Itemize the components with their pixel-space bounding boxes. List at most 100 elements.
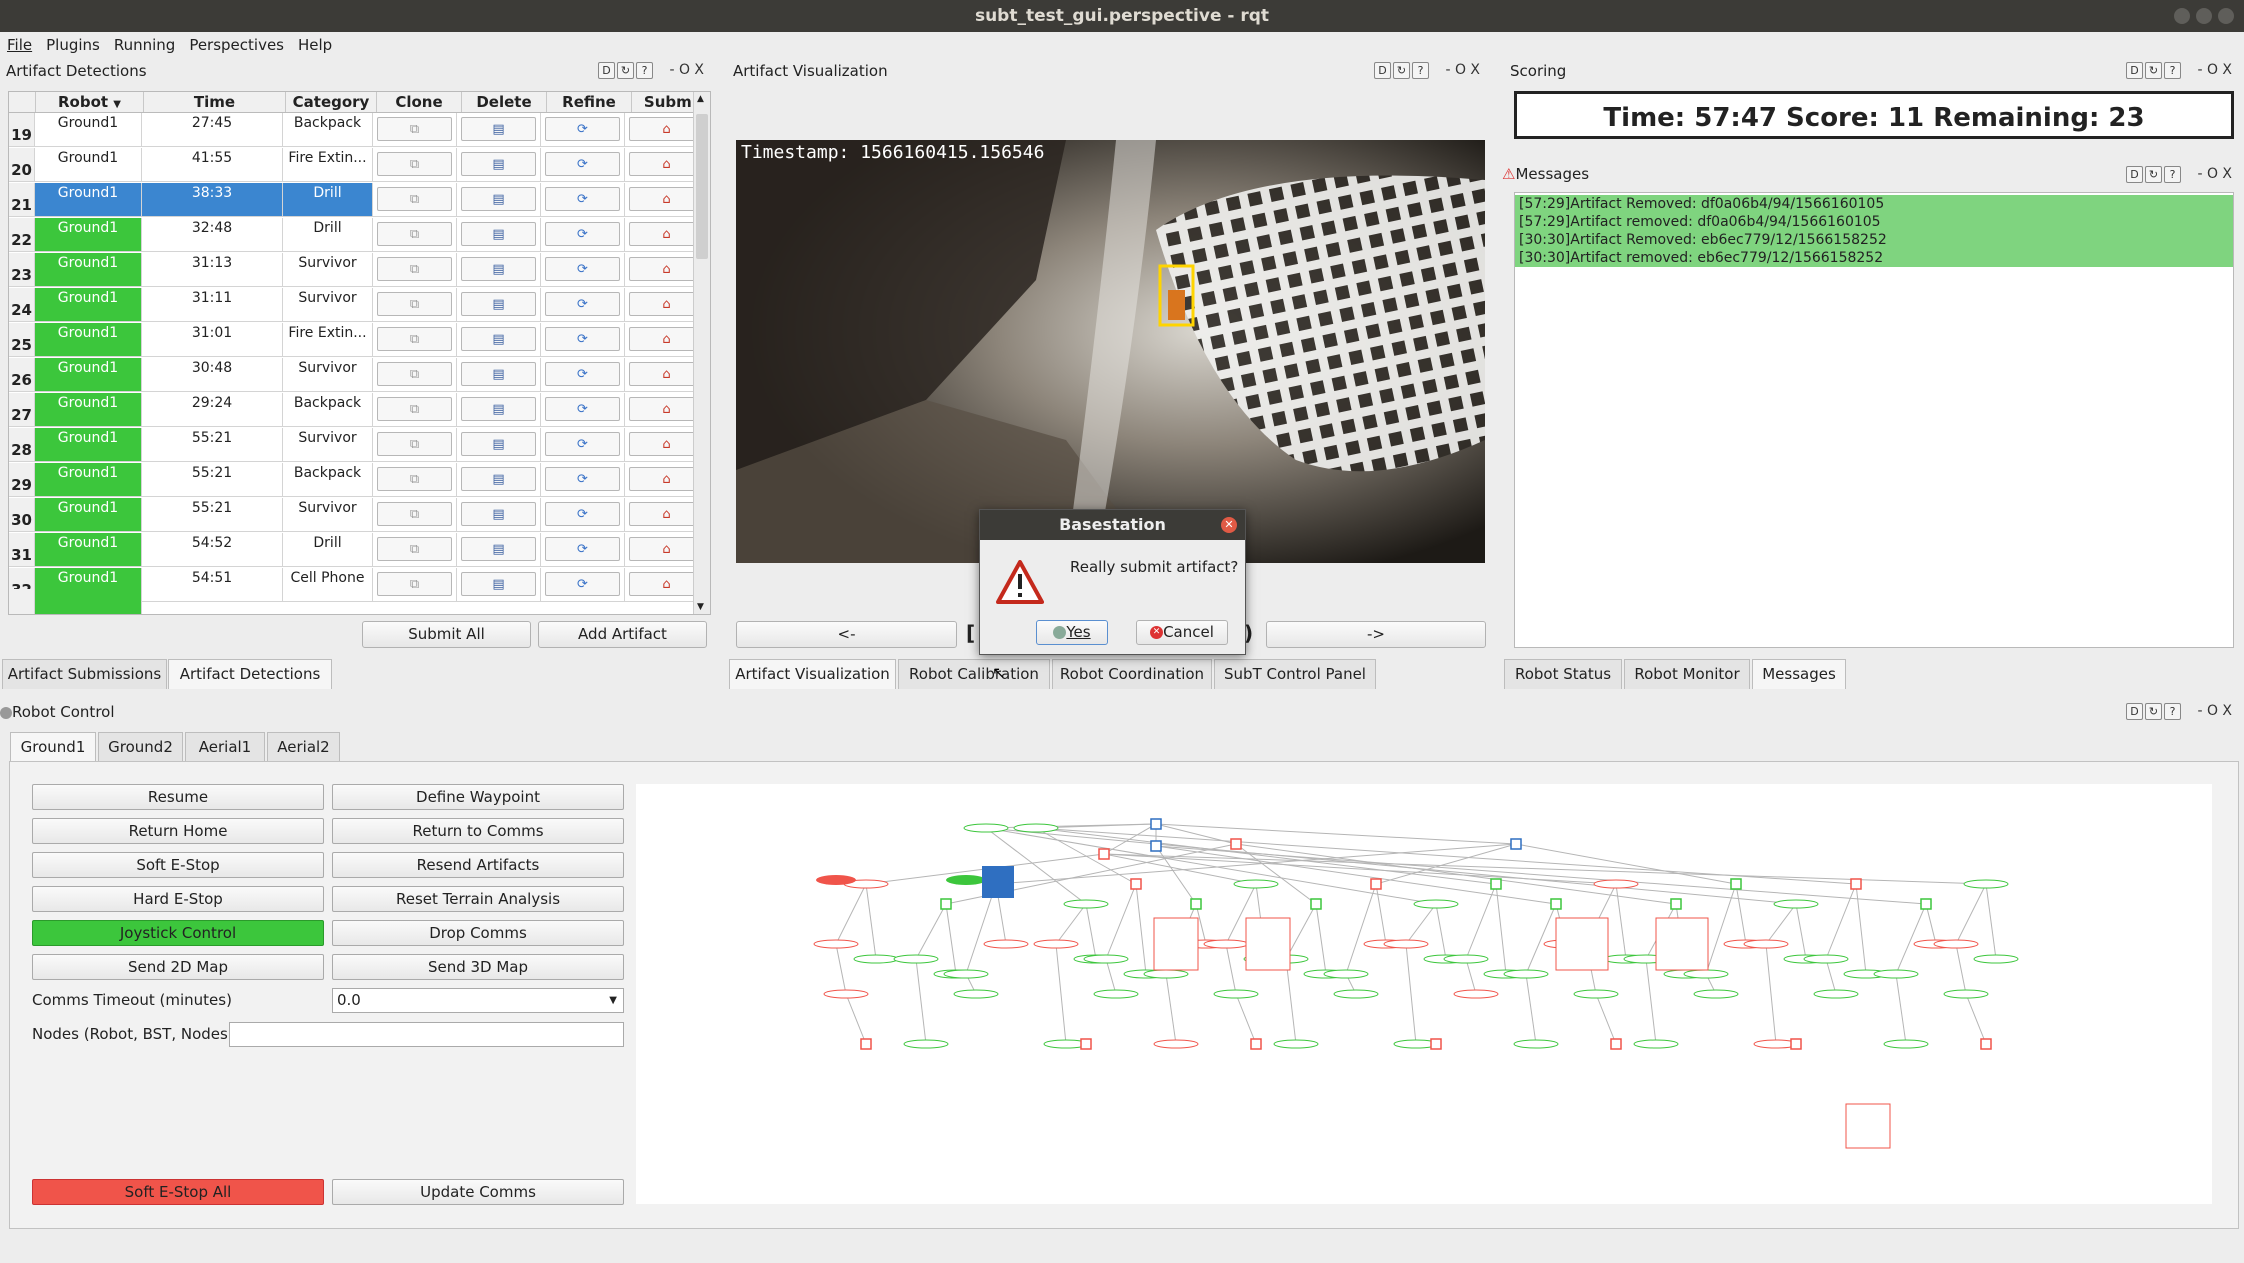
- time-cell[interactable]: 55:21: [142, 428, 283, 462]
- robot-cell[interactable]: Ground1: [35, 358, 142, 392]
- col-delete[interactable]: Delete: [462, 92, 547, 112]
- help-icon[interactable]: ?: [636, 62, 653, 79]
- tab-ground2[interactable]: Ground2: [98, 732, 183, 762]
- send-2d-map-button[interactable]: Send 2D Map: [32, 954, 324, 980]
- robot-cell[interactable]: Ground1: [35, 148, 142, 182]
- time-cell[interactable]: 41:55: [142, 148, 283, 182]
- delete-button[interactable]: ▤: [461, 152, 536, 176]
- clone-button[interactable]: ⧉: [377, 572, 452, 596]
- delete-button[interactable]: ▤: [461, 222, 536, 246]
- maximize-icon[interactable]: [2196, 8, 2212, 24]
- time-cell[interactable]: 31:11: [142, 288, 283, 322]
- clone-button[interactable]: ⧉: [377, 432, 452, 456]
- next-artifact-button[interactable]: ->: [1266, 621, 1486, 648]
- nodes-input[interactable]: [229, 1022, 624, 1047]
- clone-button[interactable]: ⧉: [377, 502, 452, 526]
- update-comms-button[interactable]: Update Comms: [332, 1179, 624, 1205]
- delete-button[interactable]: ▤: [461, 572, 536, 596]
- refine-button[interactable]: ⟳: [545, 537, 620, 561]
- tab-ground1[interactable]: Ground1: [10, 732, 96, 762]
- table-row[interactable]: 28 Ground1 55:21 Survivor ⧉ ▤ ⟳ ⌂: [9, 428, 709, 462]
- resume-button[interactable]: Resume: [32, 784, 324, 810]
- refine-button[interactable]: ⟳: [545, 257, 620, 281]
- refine-button[interactable]: ⟳: [545, 117, 620, 141]
- time-cell[interactable]: 54:51: [142, 568, 283, 602]
- scroll-up-icon[interactable]: ▲: [697, 94, 704, 104]
- delete-button[interactable]: ▤: [461, 362, 536, 386]
- reload-icon[interactable]: ↻: [2145, 703, 2162, 720]
- refine-button[interactable]: ⟳: [545, 362, 620, 386]
- table-row[interactable]: 31 Ground1 54:52 Drill ⧉ ▤ ⟳ ⌂: [9, 533, 709, 567]
- resend-artifacts-button[interactable]: Resend Artifacts: [332, 852, 624, 878]
- tab-messages[interactable]: Messages: [1752, 659, 1846, 689]
- clone-button[interactable]: ⧉: [377, 257, 452, 281]
- delete-button[interactable]: ▤: [461, 257, 536, 281]
- menu-file[interactable]: File: [0, 34, 39, 56]
- clone-button[interactable]: ⧉: [377, 537, 452, 561]
- delete-button[interactable]: ▤: [461, 117, 536, 141]
- delete-button[interactable]: ▤: [461, 292, 536, 316]
- col-refine[interactable]: Refine: [547, 92, 632, 112]
- tab-aerial1[interactable]: Aerial1: [185, 732, 265, 762]
- reload-icon[interactable]: ↻: [617, 62, 634, 79]
- close-window-icon[interactable]: [2218, 8, 2234, 24]
- clone-button[interactable]: ⧉: [377, 292, 452, 316]
- delete-button[interactable]: ▤: [461, 537, 536, 561]
- col-category[interactable]: Category: [286, 92, 377, 112]
- dock-window-controls[interactable]: - O X: [1445, 62, 1480, 78]
- category-cell[interactable]: Backpack: [283, 113, 373, 147]
- reload-icon[interactable]: ↻: [1393, 62, 1410, 79]
- robot-cell[interactable]: Ground1: [35, 498, 142, 532]
- table-row[interactable]: 27 Ground1 29:24 Backpack ⧉ ▤ ⟳ ⌂: [9, 393, 709, 427]
- robot-cell[interactable]: Ground1: [35, 288, 142, 322]
- table-row[interactable]: 29 Ground1 55:21 Backpack ⧉ ▤ ⟳ ⌂: [9, 463, 709, 497]
- help-icon[interactable]: ?: [1412, 62, 1429, 79]
- tab-aerial2[interactable]: Aerial2: [267, 732, 340, 762]
- tab-robot-calibration[interactable]: Robot Calibration: [898, 659, 1050, 689]
- clone-button[interactable]: ⧉: [377, 117, 452, 141]
- table-row[interactable]: 30 Ground1 55:21 Survivor ⧉ ▤ ⟳ ⌂: [9, 498, 709, 532]
- refine-button[interactable]: ⟳: [545, 327, 620, 351]
- dock-d-icon[interactable]: D: [2126, 703, 2143, 720]
- dock-window-controls[interactable]: - O X: [2197, 62, 2232, 78]
- tab-robot-coordination[interactable]: Robot Coordination: [1052, 659, 1212, 689]
- category-cell[interactable]: Survivor: [283, 358, 373, 392]
- return-to-comms-button[interactable]: Return to Comms: [332, 818, 624, 844]
- time-cell[interactable]: 55:21: [142, 463, 283, 497]
- delete-button[interactable]: ▤: [461, 397, 536, 421]
- scroll-down-icon[interactable]: ▼: [697, 602, 704, 612]
- dock-d-icon[interactable]: D: [598, 62, 615, 79]
- joystick-control-button[interactable]: Joystick Control: [32, 920, 324, 946]
- table-row[interactable]: 23 Ground1 31:13 Survivor ⧉ ▤ ⟳ ⌂: [9, 253, 709, 287]
- col-clone[interactable]: Clone: [377, 92, 462, 112]
- clone-button[interactable]: ⧉: [377, 327, 452, 351]
- col-time[interactable]: Time: [144, 92, 286, 112]
- robot-cell[interactable]: Ground1: [35, 428, 142, 462]
- delete-button[interactable]: ▤: [461, 432, 536, 456]
- dock-window-controls[interactable]: - O X: [669, 62, 704, 78]
- dialog-close-icon[interactable]: ✕: [1221, 517, 1237, 533]
- category-cell[interactable]: Fire Extin...: [283, 323, 373, 357]
- delete-button[interactable]: ▤: [461, 502, 536, 526]
- clone-button[interactable]: ⧉: [377, 362, 452, 386]
- menu-plugins[interactable]: Plugins: [39, 34, 107, 56]
- dock-window-controls[interactable]: - O X: [2197, 166, 2232, 182]
- category-cell[interactable]: Fire Extin...: [283, 148, 373, 182]
- table-row[interactable]: 21 Ground1 38:33 Drill ⧉ ▤ ⟳ ⌂: [9, 183, 709, 217]
- tab-artifact-detections[interactable]: Artifact Detections: [168, 659, 332, 689]
- dock-d-icon[interactable]: D: [1374, 62, 1391, 79]
- yes-button[interactable]: Yes: [1036, 620, 1108, 645]
- category-cell[interactable]: Drill: [283, 183, 373, 217]
- menu-perspectives[interactable]: Perspectives: [182, 34, 291, 56]
- table-row[interactable]: 26 Ground1 30:48 Survivor ⧉ ▤ ⟳ ⌂: [9, 358, 709, 392]
- time-cell[interactable]: 31:13: [142, 253, 283, 287]
- messages-list[interactable]: [57:29]Artifact Removed: df0a06b4/94/156…: [1514, 192, 2234, 648]
- robot-cell[interactable]: Ground1: [35, 463, 142, 497]
- category-cell[interactable]: Survivor: [283, 288, 373, 322]
- menu-help[interactable]: Help: [291, 34, 339, 56]
- soft-estop-button[interactable]: Soft E-Stop: [32, 852, 324, 878]
- table-row[interactable]: 19 Ground1 27:45 Backpack ⧉ ▤ ⟳ ⌂: [9, 113, 709, 147]
- time-cell[interactable]: 29:24: [142, 393, 283, 427]
- refine-button[interactable]: ⟳: [545, 572, 620, 596]
- time-cell[interactable]: 27:45: [142, 113, 283, 147]
